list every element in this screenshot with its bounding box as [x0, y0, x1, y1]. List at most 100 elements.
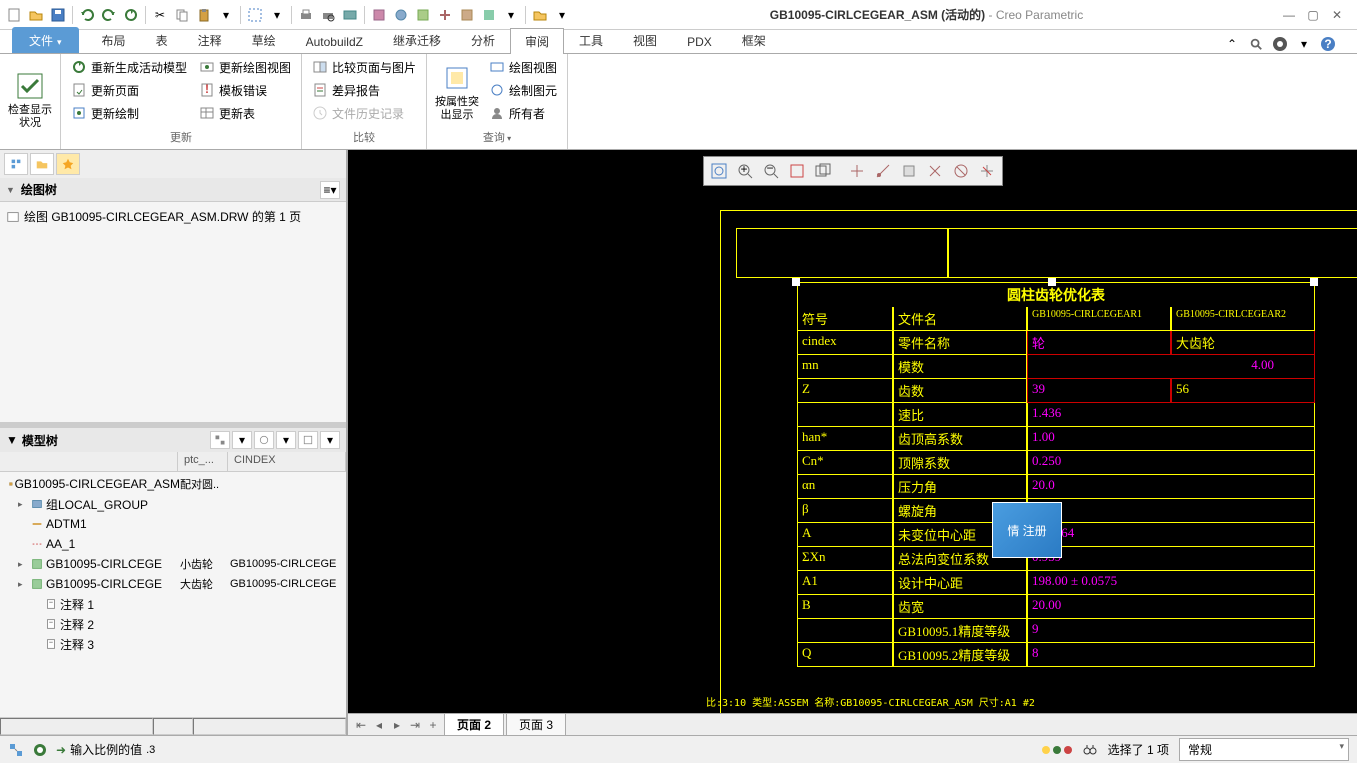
qat-cut-icon[interactable]: ✂	[150, 5, 170, 25]
status-icon-1[interactable]	[8, 742, 24, 758]
tab-frame[interactable]: 框架	[727, 27, 781, 53]
highlight-attr-button[interactable]: 按属性突出显示	[433, 56, 481, 127]
table-row[interactable]: GB10095.1精度等级9	[797, 619, 1315, 643]
qat-folder-icon[interactable]	[530, 5, 550, 25]
status-icon-2[interactable]	[32, 742, 48, 758]
table-row[interactable]: αn压力角20.0	[797, 475, 1315, 499]
hscroll-2[interactable]	[153, 718, 193, 735]
tab-pdx[interactable]: PDX	[672, 30, 727, 53]
tab-layout[interactable]: 布局	[87, 27, 141, 53]
model-row[interactable]: ▸GB10095-CIRLCEGE大齿轮GB10095-CIRLCEGE	[2, 574, 344, 594]
vtool-6-icon[interactable]	[844, 159, 870, 183]
sheet-first-icon[interactable]: ⇤	[352, 716, 370, 734]
table-row[interactable]: Cn*顶隙系数0.250	[797, 451, 1315, 475]
help-icon[interactable]: ?	[1319, 35, 1337, 53]
table-row[interactable]: cindex零件名称轮大齿轮	[797, 331, 1315, 355]
floating-popup[interactable]: 情 注册	[992, 502, 1062, 558]
resource-icon[interactable]	[1271, 35, 1289, 53]
scale-input[interactable]	[146, 744, 206, 756]
close-icon[interactable]: ✕	[1329, 7, 1345, 23]
panel-tab-3[interactable]	[56, 153, 80, 175]
qat-tool5-icon[interactable]: ▾	[216, 5, 236, 25]
repaint-icon[interactable]	[784, 159, 810, 183]
panel-tab-1[interactable]	[4, 153, 28, 175]
qat-paste-icon[interactable]	[194, 5, 214, 25]
qat-tool6-icon[interactable]: ▾	[267, 5, 287, 25]
draw-entity-button[interactable]: 绘制图元	[485, 79, 561, 101]
qat-printpre-icon[interactable]	[318, 5, 338, 25]
table-row[interactable]: mn模数4.00	[797, 355, 1315, 379]
model-row[interactable]: GB10095-CIRLCEGEAR_ASM配对圆..	[2, 474, 344, 494]
sheet-add-icon[interactable]: +	[424, 716, 442, 734]
maximize-icon[interactable]: ▢	[1305, 7, 1321, 23]
mtool-6-icon[interactable]: ▾	[320, 431, 340, 449]
qat-tool15-icon[interactable]	[479, 5, 499, 25]
search-icon[interactable]	[1247, 35, 1265, 53]
template-err-button[interactable]: !模板错误	[195, 79, 295, 101]
tab-review[interactable]: 审阅	[510, 28, 564, 54]
qat-print-icon[interactable]	[296, 5, 316, 25]
hscroll-1[interactable]	[0, 718, 153, 735]
tab-analysis[interactable]: 分析	[456, 27, 510, 53]
model-row[interactable]: AA_1	[2, 534, 344, 554]
ribbon-min-icon[interactable]: ⌃	[1223, 35, 1241, 53]
qat-new-icon[interactable]	[4, 5, 24, 25]
mtool-2-icon[interactable]: ▾	[232, 431, 252, 449]
modeltree-expand-icon[interactable]: ▼	[6, 433, 18, 447]
vtool-7-icon[interactable]	[870, 159, 896, 183]
vtool-8-icon[interactable]	[896, 159, 922, 183]
sheet-last-icon[interactable]: ⇥	[406, 716, 424, 734]
drawtree-expand-icon[interactable]: ▼	[6, 185, 15, 195]
qat-save-icon[interactable]	[48, 5, 68, 25]
vtool-9-icon[interactable]	[922, 159, 948, 183]
owner-button[interactable]: 所有者	[485, 102, 561, 124]
sheet-prev-icon[interactable]: ◂	[370, 716, 388, 734]
diff-report-button[interactable]: 差异报告	[308, 79, 420, 101]
qat-copy-icon[interactable]	[172, 5, 192, 25]
zoom-in-icon[interactable]: +	[732, 159, 758, 183]
tab-autobuildz[interactable]: AutobuildZ	[291, 30, 378, 53]
table-row[interactable]: A1设计中心距198.00 ± 0.0575	[797, 571, 1315, 595]
model-row[interactable]: 注释 3	[2, 634, 344, 654]
qat-redo-icon[interactable]	[99, 5, 119, 25]
panel-tab-2[interactable]	[30, 153, 54, 175]
zoom-fit-icon[interactable]	[706, 159, 732, 183]
zoom-out-icon[interactable]: −	[758, 159, 784, 183]
qat-tool9-icon[interactable]	[340, 5, 360, 25]
qat-tool12-icon[interactable]	[413, 5, 433, 25]
vtool-11-icon[interactable]	[974, 159, 1000, 183]
qat-open-icon[interactable]	[26, 5, 46, 25]
qat-regen-icon[interactable]	[121, 5, 141, 25]
qat-tool13-icon[interactable]	[435, 5, 455, 25]
handle-tm[interactable]	[1048, 278, 1056, 286]
drawing-canvas[interactable]: 圆柱齿轮优化表 符号 文件名 GB10095-CIRLCEGEAR1 GB100…	[348, 150, 1357, 713]
update-draw-button[interactable]: 更新绘制	[67, 102, 191, 124]
qat-tool10-icon[interactable]	[369, 5, 389, 25]
table-row[interactable]: han*齿顶高系数1.00	[797, 427, 1315, 451]
qat-select-icon[interactable]	[245, 5, 265, 25]
update-page-button[interactable]: 更新页面	[67, 79, 191, 101]
model-row[interactable]: 注释 2	[2, 614, 344, 634]
handle-tr[interactable]	[1310, 278, 1318, 286]
sheet-tab-2[interactable]: 页面 2	[444, 713, 504, 735]
model-row[interactable]: ADTM1	[2, 514, 344, 534]
handle-tl[interactable]	[792, 278, 800, 286]
tab-file[interactable]: 文件	[12, 27, 79, 53]
drawtree-item[interactable]: 绘图 GB10095-CIRLCEGEAR_ASM.DRW 的第 1 页	[2, 206, 344, 227]
drawing-table[interactable]: 圆柱齿轮优化表 符号 文件名 GB10095-CIRLCEGEAR1 GB100…	[797, 282, 1315, 667]
update-table-button[interactable]: 更新表	[195, 102, 295, 124]
tab-sketch[interactable]: 草绘	[237, 27, 291, 53]
regen-model-button[interactable]: 重新生成活动模型	[67, 56, 191, 78]
model-row[interactable]: 注释 1	[2, 594, 344, 614]
mtool-5-icon[interactable]	[298, 431, 318, 449]
mtool-1-icon[interactable]	[210, 431, 230, 449]
tab-tools[interactable]: 工具	[564, 27, 618, 53]
qat-tool11-icon[interactable]	[391, 5, 411, 25]
minimize-icon[interactable]: —	[1281, 7, 1297, 23]
table-row[interactable]: Z齿数3956	[797, 379, 1315, 403]
mtool-4-icon[interactable]: ▾	[276, 431, 296, 449]
model-row[interactable]: ▸组LOCAL_GROUP	[2, 494, 344, 514]
draw-view-button[interactable]: 绘图视图	[485, 56, 561, 78]
selection-filter[interactable]: 常规	[1179, 738, 1349, 761]
update-view-button[interactable]: 更新绘图视图	[195, 56, 295, 78]
